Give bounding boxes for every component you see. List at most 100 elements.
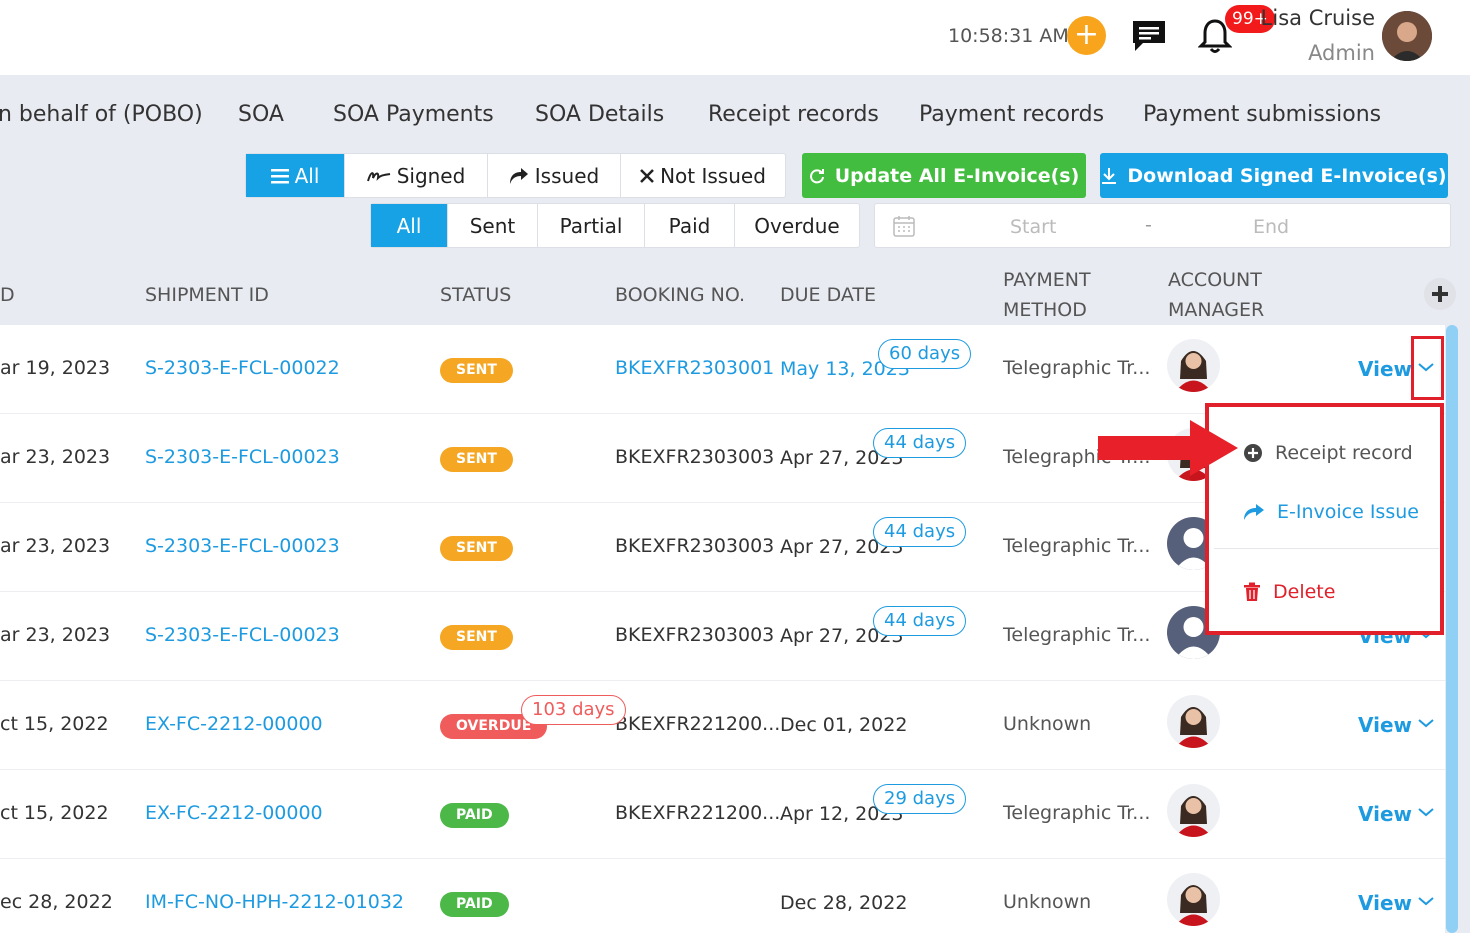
cell-date: ar 23, 2023	[0, 446, 111, 468]
status-filter-overdue[interactable]: Overdue	[735, 204, 859, 247]
status-badge: SENT	[440, 625, 513, 650]
manager-avatar	[1167, 339, 1220, 392]
cell-due-date: Dec 28, 2022	[780, 892, 908, 914]
cell-shipment-id[interactable]: EX-FC-2212-00000	[145, 713, 323, 735]
chevron-down-icon[interactable]	[1417, 717, 1435, 729]
cell-date: ar 19, 2023	[0, 357, 111, 379]
user-avatar[interactable]	[1382, 11, 1432, 61]
tab-payment-records[interactable]: Payment records	[919, 102, 1104, 127]
trash-icon	[1244, 582, 1260, 601]
cell-booking-no: BKEXFR2303003	[615, 624, 775, 646]
status-filter-partial[interactable]: Partial	[538, 204, 645, 247]
cell-booking-no[interactable]: BKEXFR2303001	[615, 357, 774, 379]
cell-booking-no: BKEXFR2303003	[615, 446, 775, 468]
end-date-input[interactable]: End	[1253, 216, 1289, 238]
header-account-manager-line2: MANAGER	[1168, 299, 1265, 321]
cell-shipment-id[interactable]: IM-FC-NO-HPH-2212-01032	[145, 891, 404, 913]
table-row: ar 19, 2023 S-2303-E-FCL-00022 SENT BKEXFR2…	[0, 325, 1445, 414]
cell-date: ct 15, 2022	[0, 802, 109, 824]
share-icon	[1244, 504, 1264, 520]
manager-avatar	[1167, 695, 1220, 748]
cell-shipment-id[interactable]: S-2303-E-FCL-00023	[145, 624, 340, 646]
date-range-picker[interactable]: Start - End	[874, 203, 1451, 248]
status-filter-sent[interactable]: Sent	[448, 204, 538, 247]
calendar-icon	[893, 216, 915, 237]
status-badge: SENT	[440, 536, 513, 561]
cell-booking-no: BKEXFR221200...	[615, 713, 781, 735]
view-button[interactable]: View	[1358, 713, 1412, 737]
header-payment-method: PAYMENT	[1003, 269, 1091, 291]
cell-shipment-id[interactable]: EX-FC-2212-00000	[145, 802, 323, 824]
view-button[interactable]: View	[1358, 802, 1412, 826]
tab-soa-details[interactable]: SOA Details	[535, 102, 664, 127]
days-badge: 44 days	[873, 428, 967, 458]
days-badge: 44 days	[873, 517, 967, 547]
user-role: Admin	[1308, 41, 1375, 65]
sign-filter-signed[interactable]: Signed	[345, 154, 488, 197]
manager-avatar	[1167, 873, 1220, 926]
menu-item-receipt-record[interactable]: Receipt record	[1243, 442, 1413, 464]
days-badge: 103 days	[521, 695, 626, 725]
tab-pobo[interactable]: n behalf of (POBO)	[0, 102, 203, 127]
chevron-down-icon[interactable]	[1417, 806, 1435, 818]
cell-shipment-id[interactable]: S-2303-E-FCL-00023	[145, 535, 340, 557]
refresh-icon	[809, 168, 824, 183]
view-button[interactable]: View	[1358, 357, 1412, 381]
download-signed-einvoices-button[interactable]: Download Signed E-Invoice(s)	[1100, 153, 1448, 198]
download-icon	[1102, 167, 1117, 184]
sign-filter-issued[interactable]: Issued	[488, 154, 621, 197]
list-icon	[270, 168, 289, 183]
update-einvoices-button[interactable]: Update All E-Invoice(s)	[802, 153, 1086, 198]
header-payment-method-line2: METHOD	[1003, 299, 1087, 321]
user-name[interactable]: Lisa Cruise	[1261, 6, 1375, 30]
sign-filter: All Signed Issued Not Issued	[245, 153, 786, 198]
sign-filter-not-issued[interactable]: Not Issued	[621, 154, 785, 197]
status-badge: SENT	[440, 447, 513, 472]
vertical-scrollbar[interactable]	[1446, 325, 1458, 933]
status-filter-paid[interactable]: Paid	[645, 204, 735, 247]
cell-shipment-id[interactable]: S-2303-E-FCL-00023	[145, 446, 340, 468]
quick-add-button[interactable]: +	[1067, 16, 1106, 55]
date-separator: -	[1145, 214, 1152, 236]
tab-soa[interactable]: SOA	[238, 102, 284, 127]
cell-payment-method: Unknown	[1003, 713, 1092, 735]
days-badge: 60 days	[878, 339, 972, 369]
status-filter-all[interactable]: All	[371, 204, 448, 247]
table-row: ct 15, 2022 EX-FC-2212-00000 OVERDUE BKEXFR…	[0, 681, 1445, 770]
top-header: 10:58:31 AM + 99+ Lisa Cruise Admin	[0, 0, 1470, 75]
highlight-box-chevron	[1411, 336, 1444, 400]
manager-avatar	[1167, 784, 1220, 837]
header-due-date: DUE DATE	[780, 284, 877, 306]
tab-soa-payments[interactable]: SOA Payments	[333, 102, 494, 127]
view-button[interactable]: View	[1358, 891, 1412, 915]
tab-receipt-records[interactable]: Receipt records	[708, 102, 879, 127]
menu-item-einvoice-issue[interactable]: E-Invoice Issue	[1243, 501, 1419, 523]
cell-shipment-id[interactable]: S-2303-E-FCL-00022	[145, 357, 340, 379]
table-row: ec 28, 2022 IM-FC-NO-HPH-2212-01032 PAID De…	[0, 859, 1445, 933]
cell-booking-no: BKEXFR2303003	[615, 535, 775, 557]
header-date: D	[0, 284, 15, 306]
days-badge: 44 days	[873, 606, 967, 636]
chevron-down-icon[interactable]	[1417, 895, 1435, 907]
cell-date: ar 23, 2023	[0, 535, 111, 557]
close-icon	[640, 168, 654, 183]
sign-filter-all[interactable]: All	[246, 154, 345, 197]
row-actions-menu: Receipt record E-Invoice Issue Delete	[1205, 403, 1444, 635]
table-row: ct 15, 2022 EX-FC-2212-00000 PAID BKEXFR221…	[0, 770, 1445, 859]
cell-date: ec 28, 2022	[0, 891, 113, 913]
cell-date: ar 23, 2023	[0, 624, 111, 646]
tab-payment-submissions[interactable]: Payment submissions	[1143, 102, 1381, 127]
cell-due-date: Dec 01, 2022	[780, 714, 908, 736]
header-account-manager: ACCOUNT	[1168, 269, 1262, 291]
chat-icon[interactable]	[1131, 19, 1167, 53]
cell-payment-method: Telegraphic Tr...	[1003, 802, 1151, 824]
cell-booking-no: BKEXFR221200...	[615, 802, 781, 824]
clock: 10:58:31 AM	[948, 25, 1069, 47]
header-shipment-id: SHIPMENT ID	[145, 284, 269, 306]
add-column-button[interactable]	[1424, 278, 1456, 310]
menu-item-delete[interactable]: Delete	[1243, 581, 1335, 603]
plus-icon	[1432, 286, 1448, 302]
status-badge: SENT	[440, 358, 513, 383]
start-date-input[interactable]: Start	[1010, 216, 1056, 238]
header-status: STATUS	[440, 284, 512, 306]
